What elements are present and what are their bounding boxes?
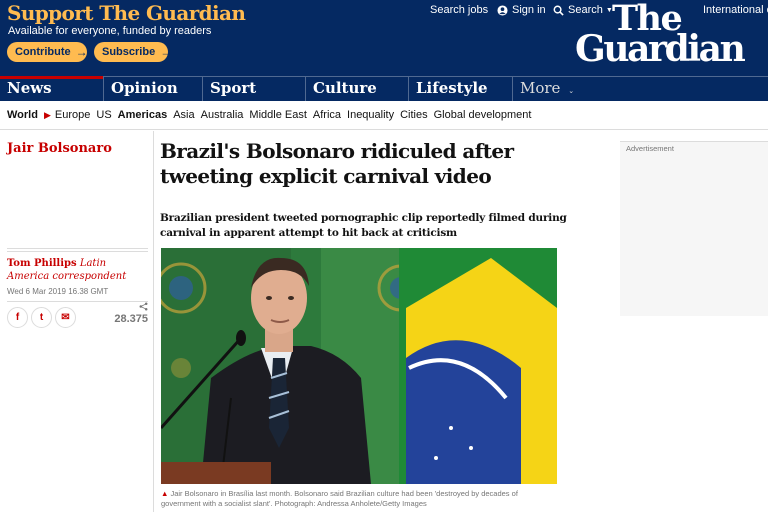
logo-guardian[interactable]: Guardian (575, 31, 746, 67)
byline: Tom Phillips Latin America correspondent (7, 257, 147, 283)
pillar-lifestyle[interactable]: Lifestyle (408, 77, 512, 101)
sign-in-link[interactable]: Sign in (497, 4, 546, 16)
subnav-asia[interactable]: Asia (173, 109, 194, 121)
share-count: 28.375 (114, 313, 148, 325)
divider (7, 248, 148, 252)
arrow-right-icon: → (160, 45, 173, 59)
search-jobs-link[interactable]: Search jobs (430, 4, 488, 16)
article-headline: Brazil's Bolsonaro ridiculed after tweet… (160, 139, 514, 188)
publish-date: Wed 6 Mar 2019 16.38 GMT (7, 287, 109, 296)
subnav-cities[interactable]: Cities (400, 109, 428, 121)
facebook-share-button[interactable]: f (7, 307, 28, 328)
subscribe-label: Subscribe (102, 46, 156, 58)
divider (7, 301, 148, 302)
subnav-africa[interactable]: Africa (313, 109, 341, 121)
edition-selector[interactable]: International e (703, 4, 768, 16)
advertisement-slot[interactable]: Advertisement (620, 141, 768, 316)
pillar-nav: News Opinion Sport Culture Lifestyle Mor… (0, 76, 768, 101)
author-name[interactable]: Tom Phillips (7, 258, 77, 269)
image-caption: ▲ Jair Bolsonaro in Brasília last month. … (161, 489, 557, 509)
search-link[interactable]: Search ▼ (553, 4, 613, 16)
article-standfirst: Brazilian president tweeted pornographic… (160, 212, 567, 239)
pillar-more[interactable]: More ⌄ (512, 77, 602, 101)
pillar-sport[interactable]: Sport (202, 77, 305, 101)
subnav-world[interactable]: World (7, 109, 38, 121)
pillar-culture[interactable]: Culture (305, 77, 408, 101)
advertisement-label: Advertisement (626, 144, 674, 153)
support-title[interactable]: Support The Guardian (7, 1, 246, 25)
photo-illustration (161, 248, 557, 484)
triangle-up-icon: ▲ (161, 489, 169, 498)
subnav-global-development[interactable]: Global development (434, 109, 532, 121)
site-header: Support The Guardian Available for every… (0, 0, 768, 76)
series-label[interactable]: Jair Bolsonaro (7, 141, 112, 156)
facebook-icon: f (15, 312, 20, 323)
subnav-middle-east[interactable]: Middle East (249, 109, 306, 121)
email-share-button[interactable]: ✉ (55, 307, 76, 328)
more-label: More (520, 79, 561, 97)
email-icon: ✉ (61, 312, 70, 323)
contribute-label: Contribute (15, 46, 71, 58)
search-icon (553, 5, 564, 16)
article-meta-column: Jair Bolsonaro Tom Phillips Latin Americ… (0, 131, 154, 512)
pillar-opinion[interactable]: Opinion (103, 77, 202, 101)
caption-text: Jair Bolsonaro in Brasília last month. B… (161, 489, 518, 508)
contribute-button[interactable]: Contribute → (7, 42, 88, 62)
subnav-europe[interactable]: Europe (55, 109, 90, 121)
twitter-share-button[interactable]: t (31, 307, 52, 328)
share-icon (139, 302, 148, 311)
pillar-news[interactable]: News (0, 76, 103, 101)
subnav-us[interactable]: US (96, 109, 111, 121)
support-subtitle: Available for everyone, funded by reader… (8, 25, 212, 37)
arrow-right-icon: → (75, 45, 88, 59)
section-subnav: World ▶ Europe US Americas Asia Australi… (0, 101, 768, 130)
subscribe-button[interactable]: Subscribe → (94, 42, 172, 62)
search-label: Search (568, 4, 603, 16)
user-icon (497, 4, 508, 16)
subnav-australia[interactable]: Australia (201, 109, 244, 121)
twitter-icon: t (39, 312, 44, 323)
subnav-americas[interactable]: Americas (118, 109, 168, 121)
subnav-inequality[interactable]: Inequality (347, 109, 394, 121)
sign-in-label: Sign in (512, 4, 546, 16)
triangle-right-icon: ▶ (43, 109, 51, 120)
chevron-down-icon: ⌄ (568, 87, 575, 95)
article-main-image[interactable] (161, 248, 557, 484)
